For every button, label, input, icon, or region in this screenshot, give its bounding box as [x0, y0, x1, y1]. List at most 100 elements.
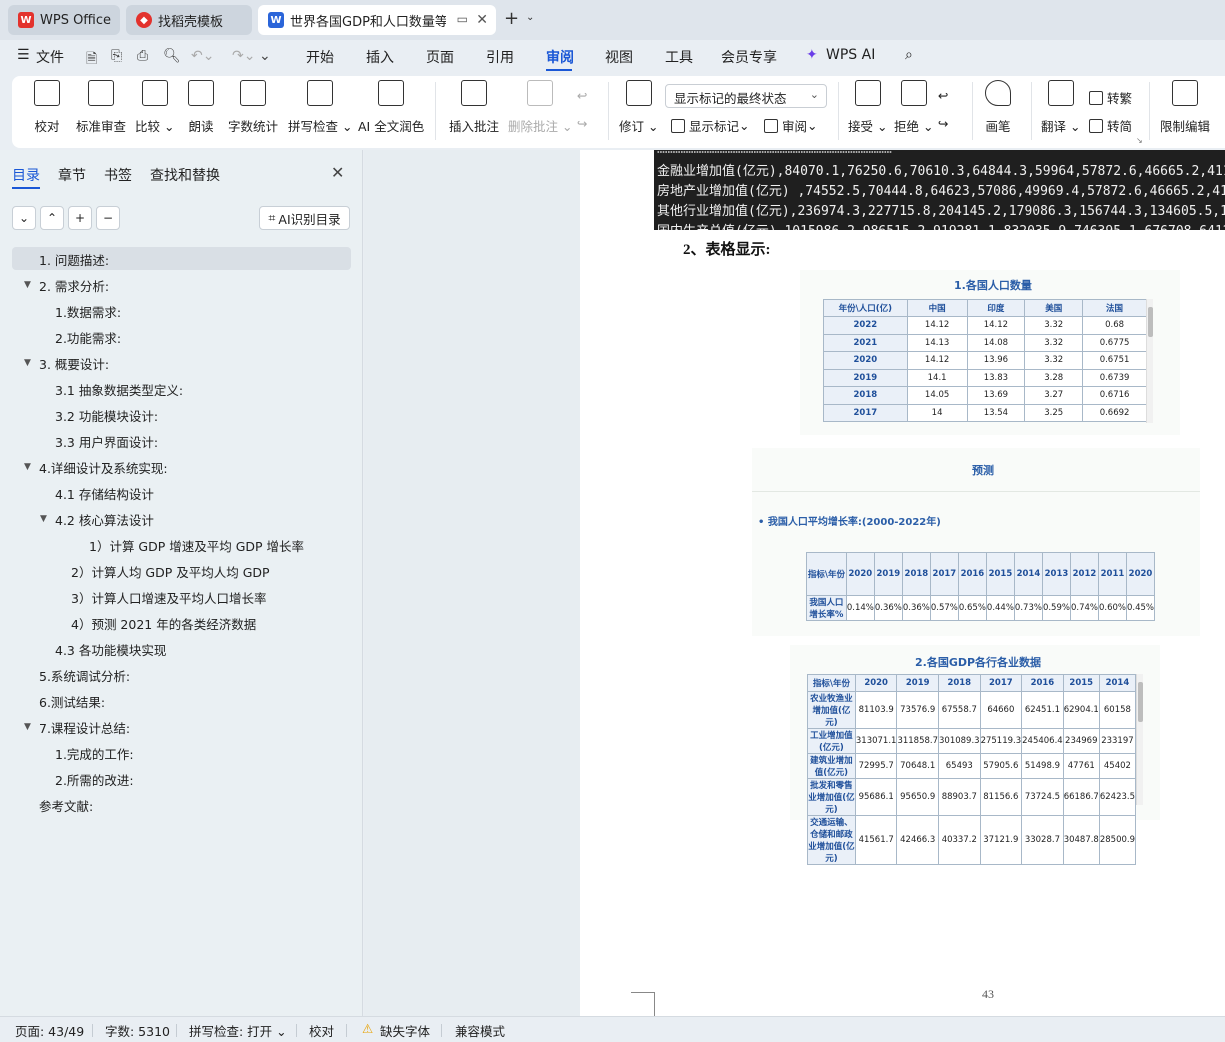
to-traditional-button[interactable]: 转繁: [1089, 88, 1132, 107]
tab-sections[interactable]: 章节: [58, 165, 86, 185]
expand-up-button[interactable]: ⌃: [40, 206, 64, 230]
standard-review-button[interactable]: 标准审查: [76, 80, 126, 135]
toc-item[interactable]: 5.系统调试分析:: [39, 664, 130, 687]
expand-caret-icon[interactable]: ▼: [24, 358, 31, 368]
missing-font-status[interactable]: 缺失字体: [380, 1021, 430, 1040]
compat-mode-status[interactable]: 兼容模式: [455, 1021, 505, 1040]
prev-change-icon[interactable]: ↩: [938, 88, 948, 103]
spell-check-status[interactable]: 拼写检查: 打开 ⌄: [189, 1021, 287, 1040]
menu-insert[interactable]: 插入: [366, 47, 394, 67]
insert-comment-button[interactable]: 插入批注: [449, 80, 499, 135]
accept-button[interactable]: 接受 ⌄: [848, 80, 887, 135]
monitor-icon[interactable]: ▭: [457, 12, 468, 26]
toc-item[interactable]: 1.完成的工作:: [55, 742, 134, 765]
menu-tools[interactable]: 工具: [665, 47, 693, 67]
toc-item[interactable]: 4.详细设计及系统实现:: [39, 456, 168, 479]
toc-item[interactable]: 4.1 存储结构设计: [55, 482, 154, 505]
expand-caret-icon[interactable]: ▼: [24, 722, 31, 732]
toc-item[interactable]: 4）预测 2021 年的各类经济数据: [71, 612, 256, 635]
scrollbar-thumb[interactable]: [1148, 307, 1153, 337]
read-aloud-button[interactable]: 朗读: [188, 80, 214, 135]
save-icon[interactable]: 🗎: [86, 48, 97, 72]
page-indicator[interactable]: 页面: 43/49: [15, 1021, 84, 1040]
redo-icon[interactable]: ↷⌄: [232, 48, 255, 64]
toc-item[interactable]: 参考文献:: [39, 794, 93, 817]
toc-item[interactable]: 2.所需的改进:: [55, 768, 134, 791]
more-chevron-icon[interactable]: ⌄: [259, 48, 271, 64]
to-simplified-button[interactable]: 转简: [1089, 116, 1132, 135]
toc-item[interactable]: 7.课程设计总结:: [39, 716, 130, 739]
new-tab-icon[interactable]: +: [504, 8, 519, 29]
show-markup-button[interactable]: 显示标记 ⌄: [671, 116, 750, 135]
add-heading-button[interactable]: +: [68, 206, 92, 230]
toc-item[interactable]: 3.3 用户界面设计:: [55, 430, 158, 453]
menu-view[interactable]: 视图: [605, 47, 633, 67]
menu-review[interactable]: 审阅: [546, 47, 574, 67]
expand-group-icon[interactable]: ↘: [1136, 136, 1143, 145]
expand-caret-icon[interactable]: ▼: [24, 280, 31, 290]
table-scrollbar[interactable]: [1136, 674, 1143, 805]
toc-item[interactable]: 4.2 核心算法设计: [55, 508, 154, 531]
table-scrollbar[interactable]: [1146, 299, 1153, 423]
tab-docer-templates[interactable]: ◆ 找稻壳模板: [126, 5, 252, 35]
toc-item[interactable]: 2.功能需求:: [55, 326, 121, 349]
menu-home[interactable]: 开始: [306, 47, 334, 67]
markup-state-select[interactable]: 显示标记的最终状态 ⌄: [665, 84, 827, 108]
print-icon[interactable]: ⎙: [137, 48, 148, 64]
toc-item[interactable]: 4.3 各功能模块实现: [55, 638, 166, 661]
review-pane-button[interactable]: 审阅 ⌄: [764, 116, 818, 135]
proofread-button[interactable]: 校对: [34, 80, 60, 135]
table-row: 交通运输、仓储和邮政业增加值(亿元) 41561.7 42466.3 40337.2 3…: [807, 815, 1137, 865]
toc-item[interactable]: 1. 问题描述:: [39, 248, 109, 271]
menu-page[interactable]: 页面: [426, 47, 454, 67]
ai-polish-button[interactable]: AI 全文润色: [358, 80, 424, 135]
reject-button[interactable]: 拒绝 ⌄: [894, 80, 933, 135]
menu-references[interactable]: 引用: [486, 47, 514, 67]
compare-button[interactable]: 比较 ⌄: [135, 80, 174, 135]
hamburger-icon[interactable]: ☰: [17, 47, 30, 63]
toc-item[interactable]: 2. 需求分析:: [39, 274, 109, 297]
next-change-icon[interactable]: ↪: [938, 116, 948, 131]
toc-item[interactable]: 6.测试结果:: [39, 690, 105, 713]
close-panel-icon[interactable]: ✕: [331, 163, 344, 182]
close-tab-icon[interactable]: ✕: [476, 12, 488, 28]
tab-find-replace[interactable]: 查找和替换: [150, 165, 220, 185]
revise-button[interactable]: 修订 ⌄: [619, 80, 658, 135]
menu-file[interactable]: 文件: [36, 47, 64, 67]
ai-toc-button[interactable]: ⌗ AI识别目录: [259, 206, 350, 230]
word-count-indicator[interactable]: 字数: 5310: [105, 1021, 170, 1040]
search-icon[interactable]: ⌕: [905, 47, 913, 63]
toc-item[interactable]: 3）计算人口增速及平均人口增长率: [71, 586, 266, 609]
tab-current-document[interactable]: W 世界各国GDP和人口数量等数 ▭ ✕: [258, 5, 496, 35]
word-count-button[interactable]: 字数统计: [228, 80, 278, 135]
proof-status[interactable]: 校对: [309, 1021, 334, 1040]
restrict-edit-button[interactable]: 限制编辑: [1160, 80, 1210, 135]
expand-caret-icon[interactable]: ▼: [24, 462, 31, 472]
status-bar: 页面: 43/49 字数: 5310 拼写检查: 打开 ⌄ 校对 ⚠ 缺失字体 …: [0, 1016, 1225, 1042]
toc-item[interactable]: 2）计算人均 GDP 及平均人均 GDP: [71, 560, 270, 583]
toc-item[interactable]: 1）计算 GDP 增速及平均 GDP 增长率: [89, 534, 304, 557]
translate-button[interactable]: 翻译 ⌄: [1041, 80, 1080, 135]
prev-comment-icon[interactable]: ↩: [577, 88, 587, 103]
next-comment-icon[interactable]: ↪: [577, 116, 587, 131]
remove-heading-button[interactable]: −: [96, 206, 120, 230]
pen-button[interactable]: 画笔: [985, 80, 1011, 135]
expand-caret-icon[interactable]: ▼: [40, 514, 47, 524]
toc-item[interactable]: 3.2 功能模块设计:: [55, 404, 158, 427]
toc-item[interactable]: 3. 概要设计:: [39, 352, 109, 375]
scrollbar-thumb[interactable]: [1138, 682, 1143, 722]
toc-item[interactable]: 1.数据需求:: [55, 300, 121, 323]
tab-wps-office[interactable]: W WPS Office: [8, 5, 120, 35]
toc-item[interactable]: 3.1 抽象数据类型定义:: [55, 378, 183, 401]
menu-member[interactable]: 会员专享: [721, 47, 777, 67]
tab-toc[interactable]: 目录: [12, 165, 40, 185]
chevron-down-icon[interactable]: ⌄: [526, 12, 534, 23]
menu-wps-ai[interactable]: WPS AI: [826, 47, 875, 63]
export-icon[interactable]: ⎘: [111, 48, 122, 64]
tab-bookmarks[interactable]: 书签: [104, 165, 132, 185]
collapse-all-button[interactable]: ⌄: [12, 206, 36, 230]
spell-check-button[interactable]: 拼写检查 ⌄: [288, 80, 352, 135]
delete-comment-button[interactable]: 删除批注 ⌄: [508, 80, 572, 135]
print-preview-icon[interactable]: 🔍︎: [163, 48, 181, 64]
undo-icon[interactable]: ↶⌄: [191, 48, 214, 64]
